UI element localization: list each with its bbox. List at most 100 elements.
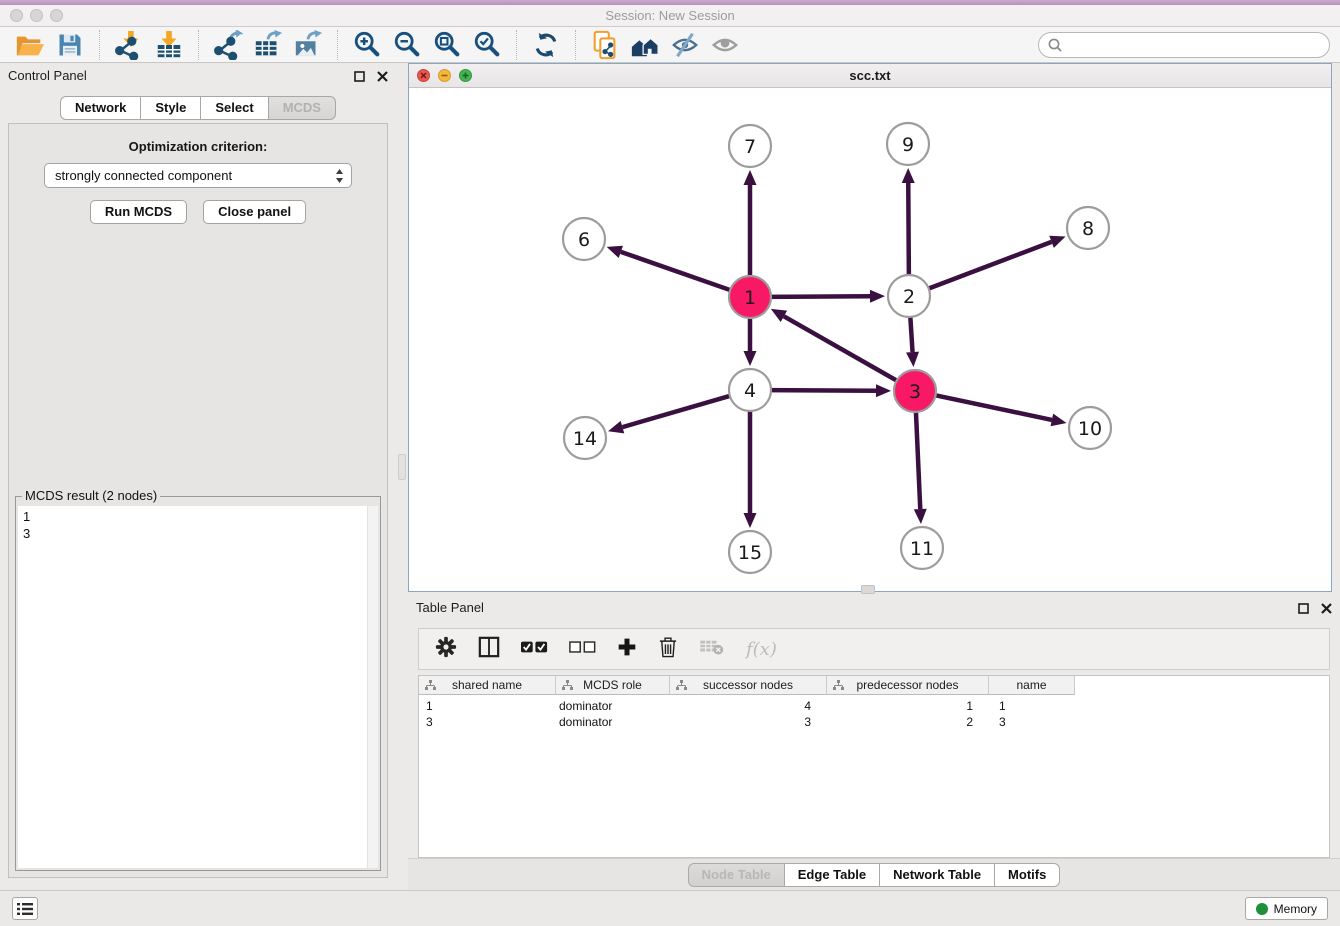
mcds-result-text[interactable]: 13 [18,506,378,868]
graph-edge-4-3[interactable] [768,384,891,397]
export-image-icon[interactable] [291,29,325,61]
graph-edge-1-7[interactable] [744,170,757,279]
tab-node-table[interactable]: Node Table [688,863,785,887]
open-session-icon[interactable] [13,29,47,61]
tab-motifs[interactable]: Motifs [995,863,1060,887]
titlebar-accent [0,0,1340,5]
table-cell-name[interactable]: 1 [989,698,1075,714]
control-panel-tabs: NetworkStyleSelectMCDS [0,96,396,120]
graph-edge-1-2[interactable] [768,290,885,303]
delete-column-icon[interactable] [658,636,678,663]
select-all-columns-icon[interactable] [521,640,548,659]
table-cell-mcds-role[interactable]: dominator [556,714,670,730]
graph-edge-4-14[interactable] [608,395,733,433]
svg-text:10: 10 [1078,418,1102,440]
tab-network[interactable]: Network [60,96,141,120]
svg-text:4: 4 [744,380,756,402]
graph-edge-3-10[interactable] [933,395,1067,427]
graph-node-7[interactable]: 7 [729,125,771,167]
svg-text:14: 14 [573,428,597,450]
show-all-nodes-edges-icon[interactable] [628,29,662,61]
close-panel-button[interactable]: Close panel [203,200,306,224]
graph-node-8[interactable]: 8 [1067,207,1109,249]
graph-edge-2-9[interactable] [902,168,915,278]
search-icon [1047,37,1063,58]
tab-edge-table[interactable]: Edge Table [785,863,880,887]
run-mcds-button[interactable]: Run MCDS [90,200,187,224]
table-cell-successor-nodes[interactable]: 3 [670,714,827,730]
horizontal-splitter-handle[interactable] [861,585,875,594]
graph-edge-3-11[interactable] [914,409,927,524]
graph-node-11[interactable]: 11 [901,527,943,569]
unselect-all-columns-icon[interactable] [569,640,596,659]
column-header-shared-name[interactable]: shared name [419,676,556,695]
graph-node-10[interactable]: 10 [1069,407,1111,449]
graph-edge-1-6[interactable] [607,246,733,291]
column-header-label: MCDS role [583,678,642,692]
save-session-icon[interactable] [53,29,87,61]
network-canvas[interactable]: 7 9 6 8 1 2 4 3 14 10 15 11 [409,88,1331,591]
graph-node-14[interactable]: 14 [564,417,606,459]
table-cell-mcds-role[interactable]: dominator [556,698,670,714]
svg-text:8: 8 [1082,218,1094,240]
tab-style[interactable]: Style [141,96,201,120]
export-network-icon[interactable] [211,29,245,61]
tab-mcds[interactable]: MCDS [269,96,336,120]
tab-select[interactable]: Select [201,96,268,120]
table-cell-shared-name[interactable]: 1 [419,698,556,714]
zoom-in-icon[interactable] [350,29,384,61]
apply-preferred-layout-icon[interactable] [529,29,563,61]
column-header-mcds-role[interactable]: MCDS role [556,676,670,695]
graph-edge-2-8[interactable] [926,236,1066,290]
vertical-splitter-handle[interactable] [398,454,406,480]
mcds-result-scrollbar[interactable] [367,506,378,868]
control-panel-title: Control Panel [8,68,87,83]
import-network-icon[interactable] [112,29,146,61]
graph-edge-2-3[interactable] [906,314,919,367]
table-cell-successor-nodes[interactable]: 4 [670,698,827,714]
graph-node-4[interactable]: 4 [729,369,771,411]
graph-node-6[interactable]: 6 [563,218,605,260]
show-columns-icon[interactable] [478,636,500,663]
zoom-fit-icon[interactable] [430,29,464,61]
graph-edge-3-1[interactable] [771,309,900,382]
hide-selected-icon[interactable] [668,29,702,61]
column-header-predecessor-nodes[interactable]: predecessor nodes [827,676,989,695]
table-panel-float-icon[interactable] [1298,601,1309,619]
column-header-name[interactable]: name [989,676,1075,695]
optimization-criterion-select[interactable]: strongly connected component [44,163,352,188]
node-table-header: shared name MCDS role successor nodesprede… [419,676,1329,695]
create-column-icon[interactable] [617,637,637,662]
table-row[interactable]: 3dominator323 [419,714,1329,730]
zoom-selected-icon[interactable] [470,29,504,61]
graph-node-1[interactable]: 1 [729,276,771,318]
clone-network-icon[interactable] [588,29,622,61]
search-input[interactable] [1038,32,1330,58]
memory-button[interactable]: Memory [1245,897,1328,920]
column-header-label: shared name [452,678,522,692]
zoom-out-icon[interactable] [390,29,424,61]
graph-edge-1-4[interactable] [744,315,757,366]
table-settings-gear-icon[interactable] [435,636,457,663]
table-row[interactable]: 1dominator411 [419,698,1329,714]
table-panel-close-icon[interactable] [1321,601,1332,619]
toolbar-separator [198,30,199,60]
graph-node-2[interactable]: 2 [888,275,930,317]
graph-node-9[interactable]: 9 [887,123,929,165]
import-table-icon[interactable] [152,29,186,61]
graph-node-15[interactable]: 15 [729,531,771,573]
svg-text:7: 7 [744,136,756,158]
graph-edge-4-15[interactable] [744,408,757,528]
graph-node-3[interactable]: 3 [894,370,936,412]
table-cell-shared-name[interactable]: 3 [419,714,556,730]
control-panel-close-icon[interactable] [377,69,388,87]
control-panel-float-icon[interactable] [354,69,365,87]
tab-network-table[interactable]: Network Table [880,863,995,887]
task-history-button[interactable] [12,897,38,920]
export-table-icon[interactable] [251,29,285,61]
table-cell-predecessor-nodes[interactable]: 2 [827,714,989,730]
table-cell-name[interactable]: 3 [989,714,1075,730]
column-header-successor-nodes[interactable]: successor nodes [670,676,827,695]
table-cell-predecessor-nodes[interactable]: 1 [827,698,989,714]
network-window-titlebar[interactable]: scc.txt [409,64,1331,88]
